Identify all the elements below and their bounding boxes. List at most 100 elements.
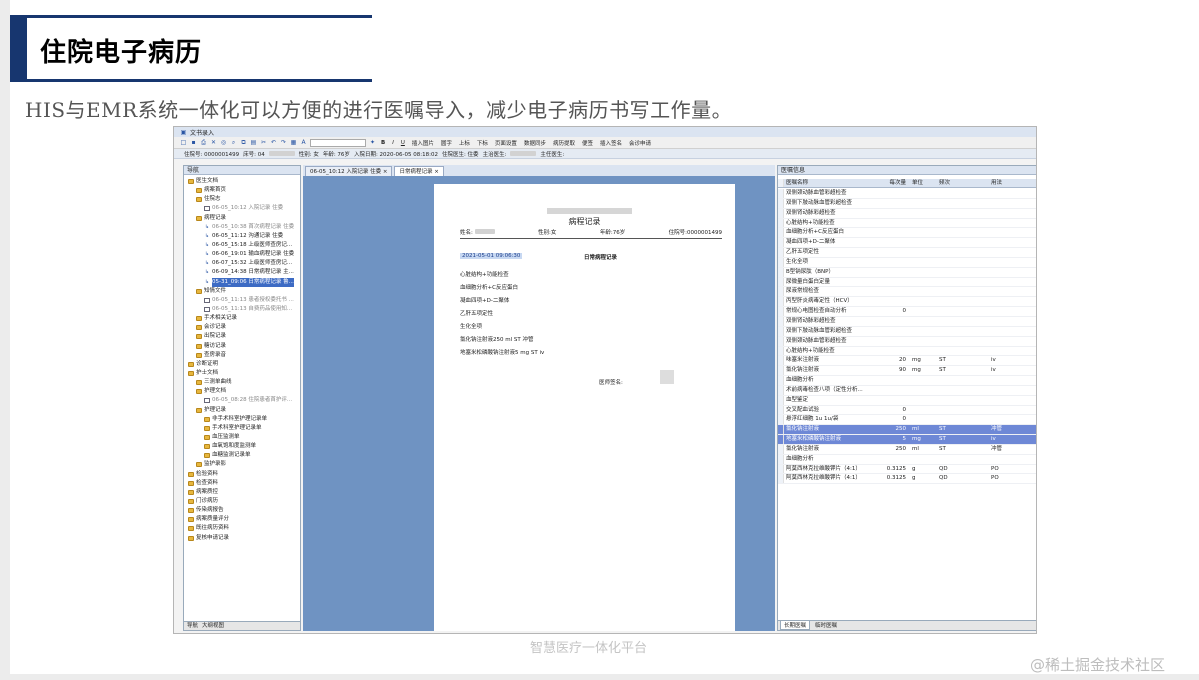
table-row[interactable]: 悬浮红细胞 1u 1u/袋 0 [778,415,1036,426]
table-row[interactable]: 血细胞分析 [778,376,1036,386]
search-icon[interactable]: ⌕ [230,139,237,146]
table-row[interactable]: 尿微量白蛋白定量 [778,277,1036,288]
tree-item[interactable]: 查房录音 [186,351,300,360]
tree-item[interactable]: 06-05_10:12 入院记录 住委 [186,204,300,213]
zoom-icon[interactable]: ◎ [220,139,227,146]
col-frequency[interactable]: 频次 [936,179,988,187]
tree-item[interactable]: 出院记录 [186,332,300,341]
record-line[interactable]: 生化全项 [460,322,482,330]
tree-item[interactable]: 血氧饱和度监测单 [186,442,300,451]
page-setup-button[interactable]: 页面设置 [493,139,519,147]
record-line[interactable]: 凝血四项+D-二聚体 [460,296,509,304]
tree-item[interactable]: 护士文档 [186,369,300,378]
tree-item[interactable]: 复核申请记录 [186,533,300,542]
tree-item[interactable]: 病案质量评分 [186,515,300,524]
record-line[interactable]: 地塞米松磷酸钠注射液5 mg ST iv [460,348,544,356]
paste-icon[interactable]: ▤ [250,139,257,146]
tree-item[interactable]: 住院志 [186,195,300,204]
tree-item[interactable]: 病案首页 [186,186,300,195]
close-icon[interactable]: ✕ [210,139,217,146]
tab-daily-record[interactable]: 日常病程记录 × [394,166,444,176]
tree-item[interactable]: ↳ 06-05_15:18 上级医师查房记... [186,241,300,250]
font-icon[interactable]: A [300,139,307,146]
new-icon[interactable]: □ [180,139,187,146]
record-line[interactable]: 心脏结构+功能检查 [460,270,509,278]
tree-item[interactable]: 监护录影 [186,460,300,469]
table-row[interactable]: 常规心电图检查自动分析 0 [778,307,1036,317]
tree-item[interactable]: 手术科室护理记录单 [186,424,300,433]
consult-request-button[interactable]: 会诊申请 [627,139,653,147]
tree-item[interactable]: 病程记录 [186,214,300,223]
tree-item[interactable]: 护理文档 [186,387,300,396]
table-row[interactable]: 术前病毒检查八项（定性分析... [778,385,1036,396]
cut-icon[interactable]: ✂ [260,139,267,146]
table-row[interactable]: 双侧颈动脉血管彩超检查 [778,189,1036,199]
bold-button[interactable]: B [379,140,387,146]
table-row[interactable]: 双侧下肢动脉血管彩超检查 [778,198,1036,209]
table-row[interactable]: 阿莫西林克拉维酸钾片（4:1） 0.3125 g QD PO [778,474,1036,485]
insert-image-button[interactable]: 插入图片 [410,139,436,147]
tree-item[interactable]: 护理记录 [186,406,300,415]
tab-temporary-orders[interactable]: 临时医嘱 [812,621,841,630]
table-row[interactable]: 氯化钠注射液 90 mg ST iv [778,366,1036,377]
insert-signature-button[interactable]: 插入签名 [598,139,624,147]
table-row[interactable]: 生化全项 [778,257,1036,268]
tree-item[interactable]: 非手术科室护理记录单 [186,415,300,424]
table-row[interactable]: 交叉配血试验 0 [778,405,1036,416]
table-row[interactable]: 味塞米注射液 20 mg ST iv [778,356,1036,367]
tree-item[interactable]: 检查资料 [186,479,300,488]
table-row[interactable]: 双侧下肢动脉血管彩超检查 [778,326,1036,337]
font-select[interactable] [310,138,366,147]
table-row[interactable]: B型钠尿肽（BNP） [778,267,1036,278]
tree-item[interactable]: 诊断证明 [186,360,300,369]
tree-item[interactable]: ↳ 05-31_09:06 日常病程记录 鲁... [186,277,300,287]
tab-admission-record[interactable]: 06-05_10:12 入院记录 住委 × [305,166,393,176]
tree-item[interactable]: 手术相关记录 [186,314,300,323]
tree-item[interactable]: 06-05_11:13 患者授权委托书 ... [186,296,300,305]
col-unit[interactable]: 单位 [909,179,936,187]
table-row[interactable]: 双侧肾动脉彩超检查 [778,208,1036,219]
record-extract-button[interactable]: 病历提取 [551,139,577,147]
record-line[interactable]: 氯化钠注射液250 ml ST 冲管 [460,335,533,343]
record-date[interactable]: 2021-05-01 09:06:30 [460,253,523,259]
table-row[interactable]: 双侧肾动脉彩超检查 [778,316,1036,327]
table-row[interactable]: 心脏结构+功能检查 [778,218,1036,229]
tree-item[interactable]: 检验资料 [186,470,300,479]
table-row[interactable]: 地塞米松磷酸钠注射液 5 mg ST iv [778,435,1036,445]
tree-item[interactable]: ↳ 06-05_10:38 首次病程记录 住委 [186,223,300,232]
undo-icon[interactable]: ↶ [270,139,277,146]
record-line[interactable]: 乙肝五项定性 [460,309,493,317]
tree-item[interactable]: 传染病报告 [186,506,300,515]
tree-item[interactable]: 糖访记录 [186,342,300,351]
tree-item[interactable]: 06-05_11:13 自费药品使用知... [186,305,300,314]
tab-long-term-orders[interactable]: 长期医嘱 [780,621,811,630]
table-row[interactable]: 血细胞分析 [778,454,1036,465]
record-line[interactable]: 血细胞分析+C反应蛋白 [460,283,518,291]
tree-item[interactable]: 会诊记录 [186,323,300,332]
tree-item[interactable]: 知情文件 [186,287,300,296]
table-row[interactable]: 尿液常规检查 [778,287,1036,298]
table-row[interactable]: 凝血四项+D-二聚体 [778,238,1036,249]
underline-button[interactable]: U [399,140,407,146]
table-row[interactable]: 氯化钠注射液 250 ml ST 冲管 [778,425,1036,436]
tree-item[interactable]: 血糖监测记录单 [186,451,300,460]
table-row[interactable]: 阿莫西林克拉维酸钾片（4:1） 0.3125 g QD PO [778,464,1036,475]
tab-navigation[interactable]: 导航 [187,622,198,630]
tree-item[interactable]: 三测单曲线 [186,378,300,387]
table-row[interactable]: 乙肝五项定性 [778,248,1036,258]
tree-item[interactable]: 门诊病历 [186,497,300,506]
tree-item[interactable]: 既往病历资料 [186,524,300,533]
tab-outline[interactable]: 大纲视图 [202,622,224,630]
table-row[interactable]: 双侧颈动脉血管彩超检查 [778,336,1036,347]
subscript-button[interactable]: 下标 [475,139,490,147]
tree-item[interactable]: ↳ 06-07_15:32 上级医师查房记... [186,259,300,268]
tree-item[interactable]: ↳ 06-06_19:01 输血病程记录 住委 [186,250,300,259]
col-order-name[interactable]: 医嘱名称 [784,179,881,187]
font-size-icon[interactable]: ✦ [369,139,376,146]
tree-item[interactable]: 病案质控 [186,488,300,497]
table-row[interactable]: 血细胞分析+C反应蛋白 [778,228,1036,239]
note-button[interactable]: 便签 [580,139,595,147]
tree-item[interactable]: 血压监测单 [186,433,300,442]
col-dose[interactable]: 每次量 [881,179,909,187]
tree-item[interactable]: ↳ 06-09_14:38 日常病程记录 主... [186,268,300,277]
